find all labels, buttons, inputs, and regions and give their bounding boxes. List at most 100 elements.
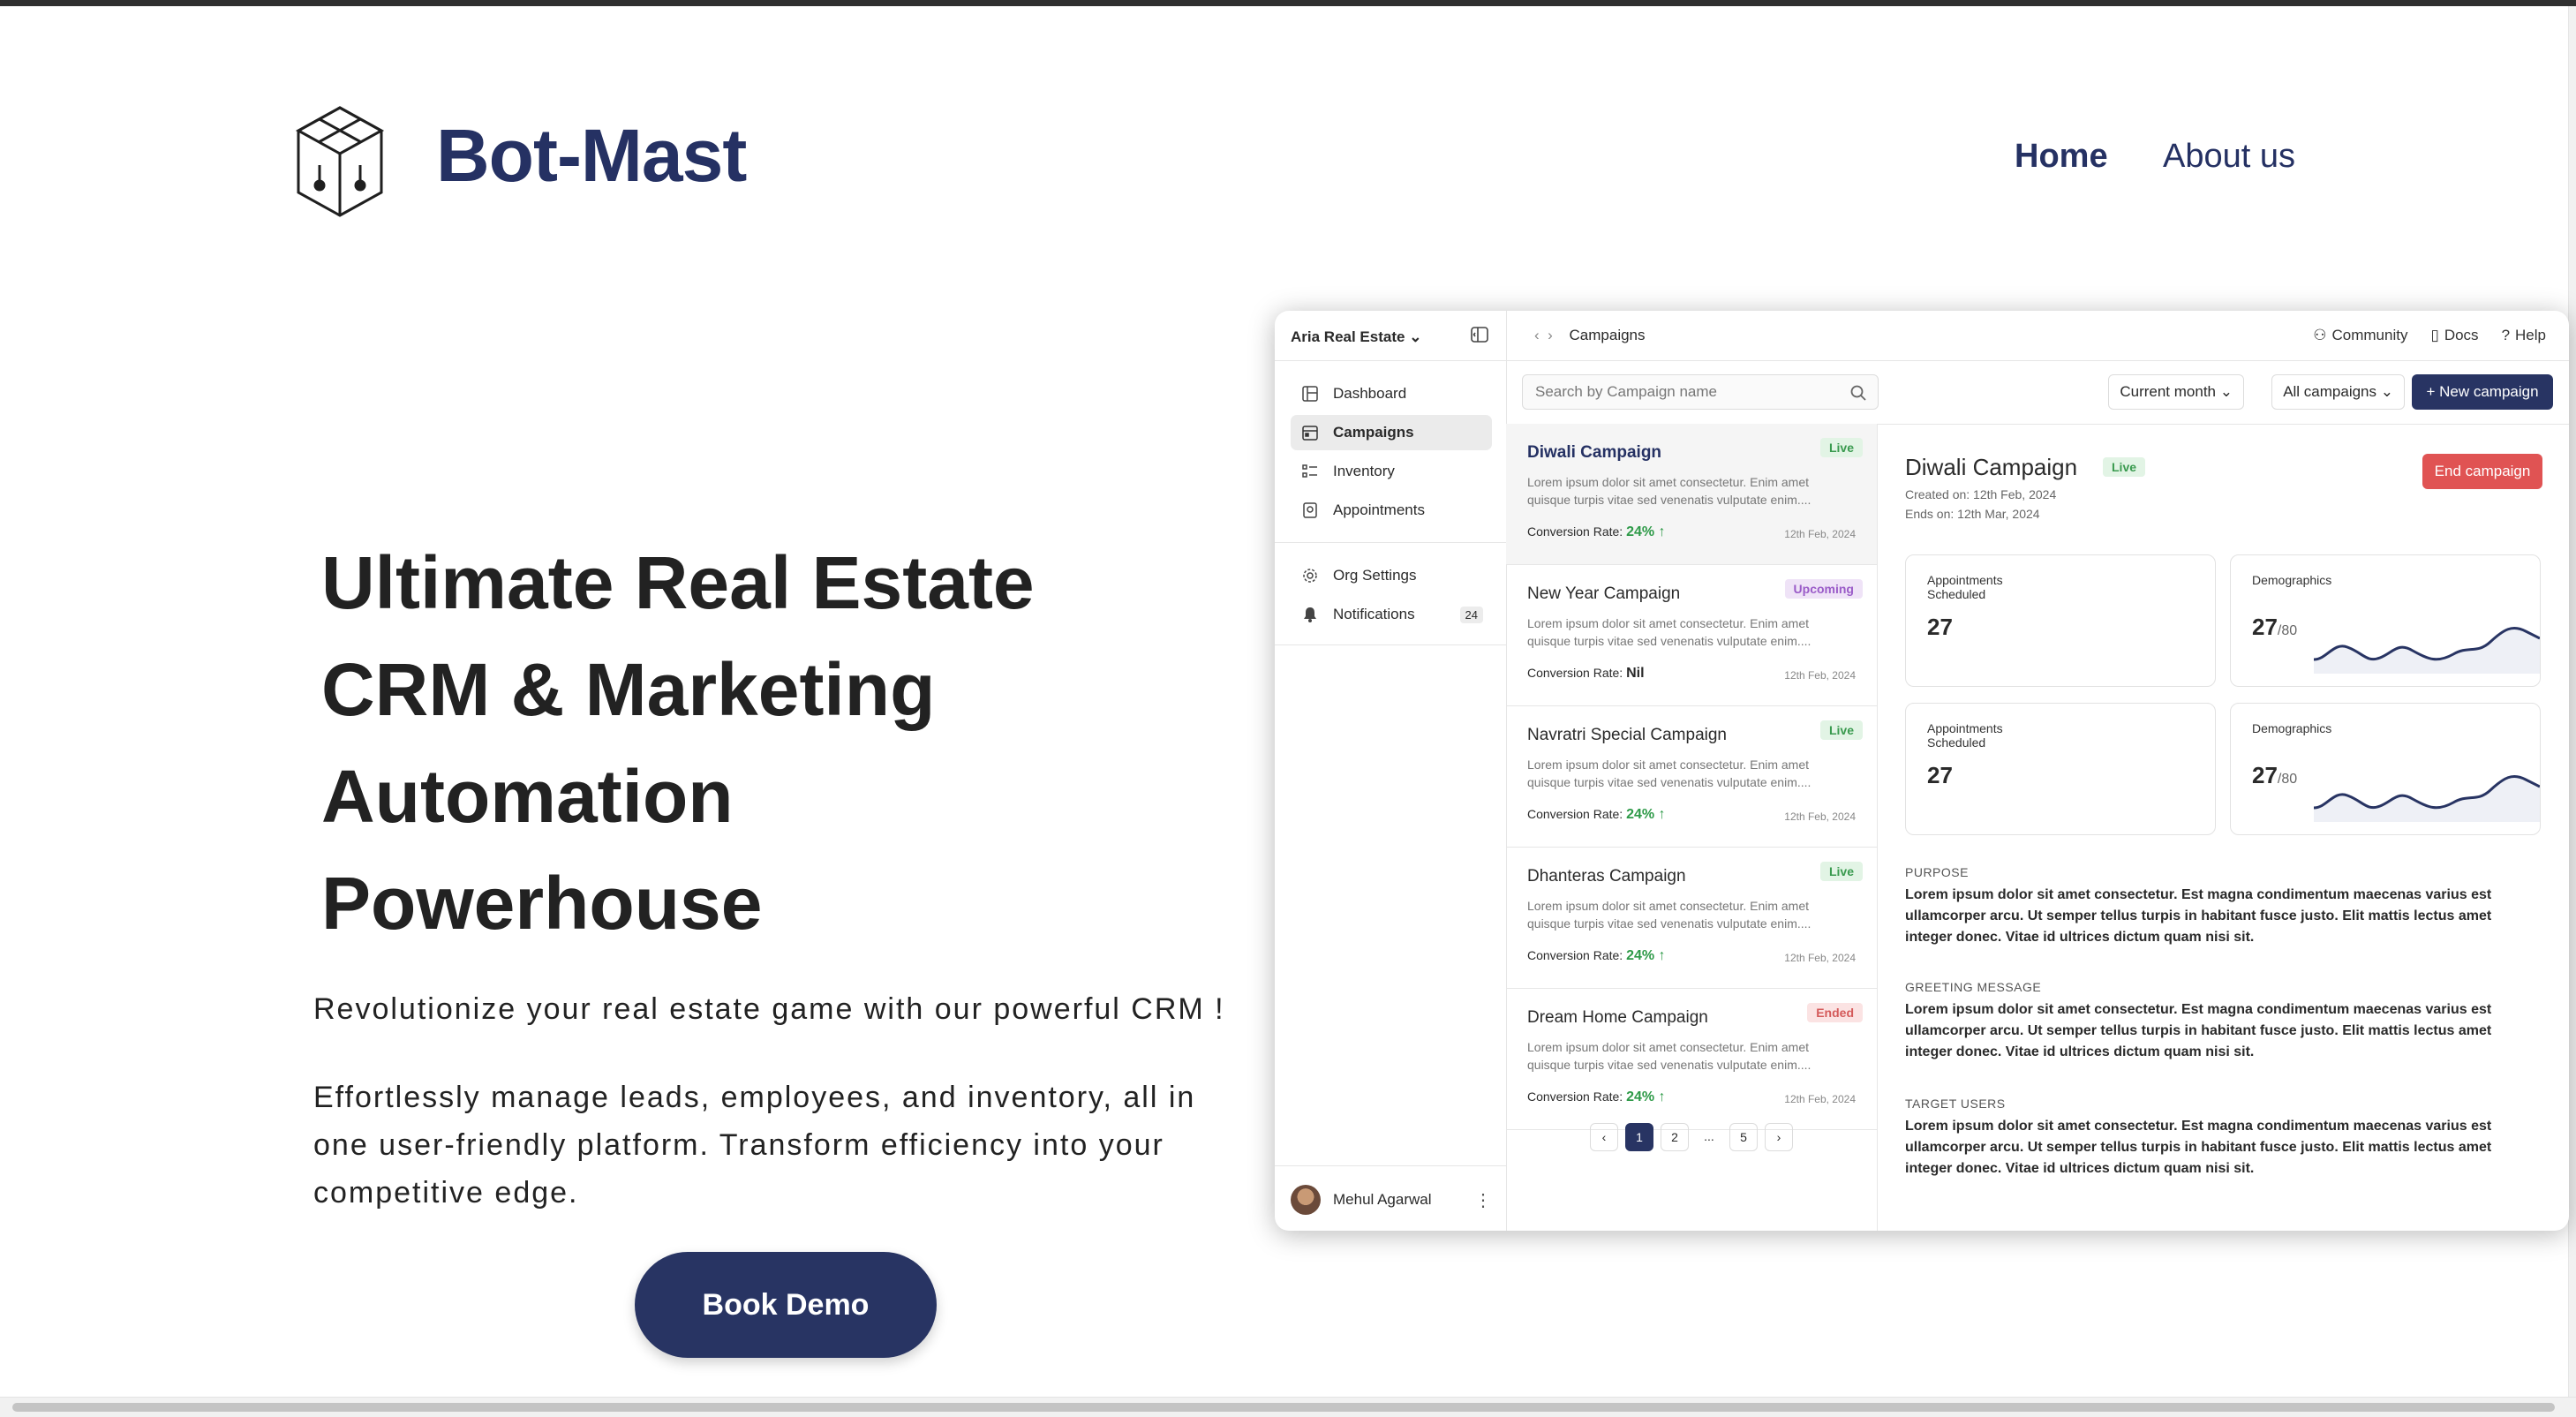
conversion-rate: Conversion Rate: Nil	[1527, 666, 1645, 682]
sidebar-item-label: Appointments	[1333, 501, 1425, 518]
bell-icon	[1304, 607, 1316, 622]
sidebar-item-inventory[interactable]: Inventory	[1291, 454, 1492, 489]
campaign-toolbar: Search by Campaign name Current month ⌄ …	[1506, 360, 2569, 425]
new-campaign-button[interactable]: + New campaign	[2412, 374, 2553, 410]
campaign-title: Navratri Special Campaign	[1527, 726, 1727, 744]
calendar-icon	[1302, 426, 1318, 441]
stat-card: Demographics 27/80	[2230, 554, 2541, 687]
sidebar-item-dashboard[interactable]: Dashboard	[1291, 376, 1492, 411]
campaign-card[interactable]: New Year Campaign Upcoming Lorem ipsum d…	[1506, 565, 1877, 706]
section-heading: TARGET USERS	[1905, 1097, 2006, 1111]
end-campaign-button[interactable]: End campaign	[2422, 454, 2542, 489]
campaign-card[interactable]: Navratri Special Campaign Live Lorem ips…	[1506, 706, 1877, 848]
conversion-rate-label: Conversion Rate:	[1527, 524, 1623, 539]
stat-label: Demographics	[2252, 721, 2332, 735]
stat-card: Demographics 27/80	[2230, 703, 2541, 835]
breadcrumb: ‹ › Campaigns	[1534, 327, 1646, 344]
sidebar-item-label: Campaigns	[1333, 424, 1414, 441]
period-dropdown[interactable]: Current month ⌄	[2108, 374, 2244, 410]
conversion-rate-label: Conversion Rate:	[1527, 666, 1623, 680]
campaign-card[interactable]: Diwali Campaign Live Lorem ipsum dolor s…	[1506, 424, 1877, 565]
community-label: Community	[2331, 327, 2408, 343]
page-button[interactable]: 5	[1729, 1123, 1758, 1151]
stat-card: Appointments Scheduled 27	[1905, 554, 2216, 687]
stat-suffix: /80	[2277, 772, 2298, 787]
user-menu[interactable]: Mehul Agarwal ⋮	[1291, 1185, 1492, 1215]
back-forward-icon[interactable]: ‹ ›	[1534, 327, 1553, 343]
search-placeholder: Search by Campaign name	[1535, 383, 1718, 400]
filter-value: All campaigns	[2283, 383, 2377, 400]
stat-label: Appointments Scheduled	[1927, 721, 2003, 750]
sidebar-item-label: Inventory	[1333, 463, 1395, 479]
campaign-card[interactable]: Dhanteras Campaign Live Lorem ipsum dolo…	[1506, 848, 1877, 989]
conversion-rate-value: 24% ↑	[1626, 948, 1666, 963]
hero-title-line: CRM & Marketing	[321, 648, 936, 731]
book-demo-button[interactable]: Book Demo	[635, 1252, 937, 1358]
nav-home-link[interactable]: Home	[2015, 138, 2108, 176]
prev-page-button[interactable]: ‹	[1590, 1123, 1618, 1151]
docs-label: Docs	[2444, 327, 2479, 343]
status-badge: Live	[1819, 438, 1863, 457]
sidebar-collapse-icon[interactable]	[1471, 327, 1488, 343]
page-button[interactable]: 1	[1625, 1123, 1653, 1151]
stat-number: 27	[1927, 614, 1953, 640]
page-button[interactable]: 2	[1661, 1123, 1689, 1151]
brand-name[interactable]: Bot-Mast	[436, 113, 747, 199]
stat-value: 27/80	[2252, 762, 2297, 789]
campaign-date: 12th Feb, 2024	[1784, 952, 1856, 964]
hero-subtitle: Revolutionize your real estate game with…	[313, 992, 1225, 1026]
campaign-title: New Year Campaign	[1527, 584, 1681, 603]
sidebar-divider	[1275, 1165, 1506, 1166]
sidebar-item-notifications[interactable]: Notifications 24	[1291, 597, 1492, 632]
app-preview: Aria Real Estate ⌄ Dashboard Campaigns I…	[1275, 311, 2569, 1231]
status-badge: Ended	[1807, 1003, 1863, 1022]
horizontal-scrollbar-thumb[interactable]	[12, 1403, 2555, 1412]
campaign-description: Lorem ipsum dolor sit amet consectetur. …	[1527, 1040, 1811, 1072]
sidebar-item-appointments[interactable]: Appointments	[1291, 493, 1492, 528]
stat-value: 27	[1927, 614, 1953, 641]
status-badge: Live	[1819, 862, 1863, 881]
search-icon	[1850, 385, 1866, 401]
search-input[interactable]: Search by Campaign name	[1522, 374, 1879, 410]
top-bar: ‹ › Campaigns ⚇ Community ▯ Docs ? Help	[1506, 311, 2569, 361]
org-switcher[interactable]: Aria Real Estate ⌄	[1291, 328, 1421, 346]
campaign-filter-dropdown[interactable]: All campaigns ⌄	[2271, 374, 2405, 410]
period-value: Current month	[2120, 383, 2217, 400]
sidebar: Aria Real Estate ⌄ Dashboard Campaigns I…	[1275, 311, 1507, 1231]
bot-logo-icon	[295, 106, 385, 217]
sidebar-item-org-settings[interactable]: Org Settings	[1291, 558, 1492, 593]
campaign-card[interactable]: Dream Home Campaign Ended Lorem ipsum do…	[1506, 989, 1877, 1130]
docs-link[interactable]: ▯ Docs	[2430, 327, 2478, 344]
status-badge: Live	[1819, 720, 1863, 740]
conversion-rate-label: Conversion Rate:	[1527, 948, 1623, 962]
hero-title: Ultimate Real Estate CRM & Marketing Aut…	[321, 530, 1204, 957]
conversion-rate-value: 24% ↑	[1626, 1089, 1666, 1104]
campaign-description: Lorem ipsum dolor sit amet consectetur. …	[1527, 757, 1811, 789]
book-icon: ▯	[2430, 327, 2439, 343]
hero-title-line: Ultimate Real Estate	[321, 541, 1035, 624]
browser-top-bar	[0, 0, 2576, 6]
campaign-list: Diwali Campaign Live Lorem ipsum dolor s…	[1506, 424, 1878, 1231]
avatar	[1291, 1185, 1321, 1215]
conversion-rate: Conversion Rate: 24% ↑	[1527, 807, 1666, 823]
conversion-rate: Conversion Rate: 24% ↑	[1527, 1089, 1666, 1105]
horizontal-scrollbar[interactable]	[0, 1397, 2576, 1417]
more-options-icon[interactable]: ⋮	[1474, 1189, 1492, 1211]
community-link[interactable]: ⚇ Community	[2313, 327, 2407, 344]
sparkline	[2314, 775, 2540, 822]
next-page-button[interactable]: ›	[1765, 1123, 1793, 1151]
stat-label: Demographics	[2252, 573, 2332, 587]
vertical-scrollbar[interactable]	[2568, 6, 2576, 1397]
sidebar-item-campaigns[interactable]: Campaigns	[1291, 415, 1492, 450]
hero-title-line: Automation	[321, 755, 734, 838]
sparkline	[2314, 627, 2540, 674]
gear-icon	[1303, 569, 1317, 583]
section-heading: GREETING MESSAGE	[1905, 980, 2042, 994]
sidebar-divider	[1275, 644, 1506, 645]
nav-about-link[interactable]: About us	[2163, 138, 2295, 176]
section-text: Lorem ipsum dolor sit amet consectetur. …	[1905, 1119, 2492, 1176]
stat-label: Appointments Scheduled	[1927, 573, 2003, 601]
help-link[interactable]: ? Help	[2502, 327, 2546, 344]
campaign-title: Dhanteras Campaign	[1527, 867, 1686, 886]
org-name: Aria Real Estate	[1291, 328, 1405, 345]
